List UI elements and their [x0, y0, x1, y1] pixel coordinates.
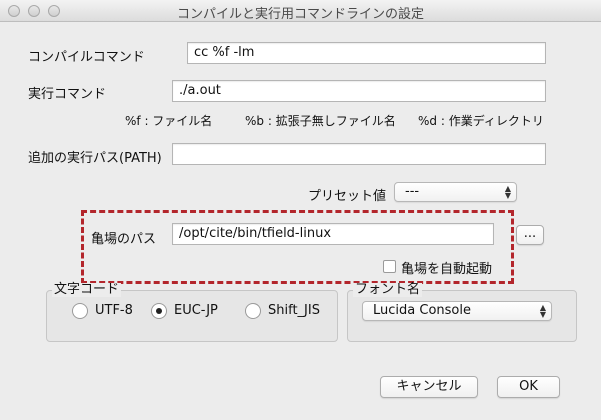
radio-selected-dot: [156, 308, 162, 314]
radio-shiftjis-label: Shift_JIS: [268, 303, 320, 318]
hint-workdir: %d : 作業ディレクトリ: [418, 114, 544, 128]
updown-arrows-icon: ▲ ▼: [539, 303, 546, 319]
radio-eucjp[interactable]: [151, 303, 167, 319]
browse-button[interactable]: ...: [516, 225, 544, 245]
window-title: コンパイルと実行用コマンドラインの設定: [176, 7, 424, 22]
compile-command-label: コンパイルコマンド: [28, 50, 145, 65]
ok-button[interactable]: OK: [497, 376, 560, 398]
radio-eucjp-label: EUC-JP: [174, 303, 218, 318]
title-bar: コンパイルと実行用コマンドラインの設定: [0, 0, 601, 22]
font-selected-value: Lucida Console: [373, 303, 471, 318]
font-group-title: フォント名: [353, 282, 423, 297]
radio-utf8[interactable]: [72, 303, 88, 319]
autostart-label: 亀場を自動起動: [401, 262, 493, 277]
radio-utf8-label: UTF-8: [95, 303, 133, 318]
encoding-group-title: 文字コード: [52, 282, 122, 297]
extra-path-label: 追加の実行パス(PATH): [28, 151, 162, 166]
preset-selected-value: ---: [405, 184, 420, 199]
font-select[interactable]: Lucida Console ▲ ▼: [362, 301, 552, 321]
preset-label: プリセット値: [308, 189, 387, 204]
kame-path-label: 亀場のパス: [91, 232, 157, 247]
preset-select[interactable]: --- ▲ ▼: [394, 182, 517, 202]
run-command-label: 実行コマンド: [28, 87, 107, 102]
autostart-checkbox[interactable]: [383, 260, 396, 273]
compile-command-field[interactable]: cc %f -lm: [187, 42, 546, 64]
radio-shiftjis[interactable]: [245, 303, 261, 319]
hint-basename: %b : 拡張子無しファイル名: [245, 114, 396, 128]
dialog-window: コンパイルと実行用コマンドラインの設定 コンパイルコマンド cc %f -lm …: [0, 0, 601, 420]
extra-path-field[interactable]: [172, 143, 546, 165]
updown-arrows-icon: ▲ ▼: [504, 184, 511, 200]
cancel-button[interactable]: キャンセル: [380, 376, 478, 398]
hint-filename: %f : ファイル名: [125, 114, 213, 128]
run-command-field[interactable]: ./a.out: [172, 80, 546, 102]
kame-path-field[interactable]: /opt/cite/bin/tfield-linux: [172, 223, 494, 245]
